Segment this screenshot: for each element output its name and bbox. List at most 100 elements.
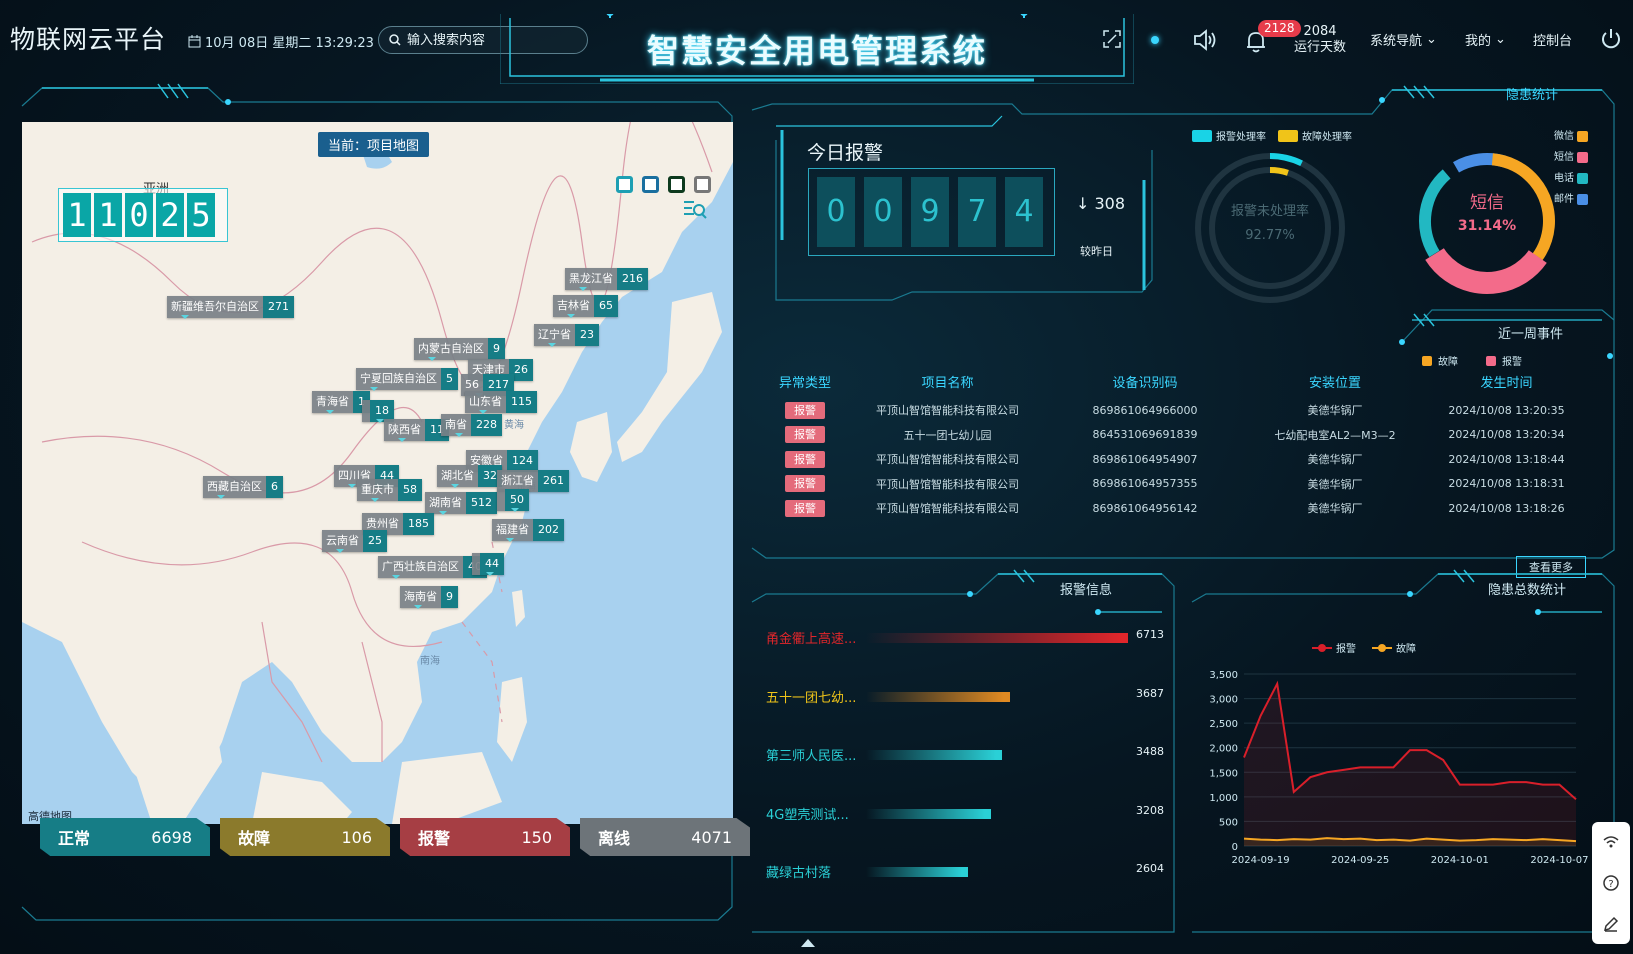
- pin-value: 115: [506, 391, 537, 413]
- alarm-delta-label: 较昨日: [1080, 245, 1113, 258]
- legend-item: 电话: [1554, 168, 1589, 189]
- cell-time: 2024/10/08 13:20:34: [1448, 428, 1565, 442]
- map-pin[interactable]: 西藏自治区 6: [203, 476, 283, 499]
- map-total-counter: 1 1 0 2 5: [58, 188, 228, 242]
- console-label: 控制台: [1533, 34, 1573, 49]
- table-row[interactable]: 报警 平顶山智馆智能科技有限公司 869861064956142 美德华锅厂 2…: [770, 496, 1578, 521]
- map-style-button[interactable]: [642, 176, 659, 193]
- map-pin[interactable]: 宁夏回族自治区 5: [356, 368, 458, 391]
- map-pin[interactable]: 湖北省 32: [437, 465, 502, 488]
- nav-menu[interactable]: 系统导航 ⌄: [1370, 30, 1437, 49]
- pin-name: 南省: [441, 414, 471, 436]
- map-style-button[interactable]: [616, 176, 633, 193]
- map-pin[interactable]: 新疆维吾尔自治区 271: [167, 296, 294, 319]
- table-header: 异常类型 项目名称 设备识别码 安装位置 发生时间: [770, 372, 1578, 398]
- pin-value: 261: [538, 470, 569, 492]
- map-pin[interactable]: 广西壮族自治区40: [378, 556, 487, 579]
- pin-name: 山东省: [465, 391, 506, 413]
- power-icon[interactable]: [1600, 28, 1622, 50]
- pin-value: 65: [594, 295, 618, 317]
- map-pin[interactable]: 海南省 9: [400, 586, 458, 609]
- stat-normal[interactable]: 正常 6698: [40, 818, 210, 856]
- edit-icon[interactable]: [1602, 915, 1620, 933]
- help-icon[interactable]: ?: [1602, 874, 1620, 892]
- table-row[interactable]: 报警 平顶山智馆智能科技有限公司 869861064966000 美德华锅厂 2…: [770, 398, 1578, 423]
- cell-project: 平顶山智馆智能科技有限公司: [876, 477, 1019, 491]
- map-style-button[interactable]: [668, 176, 685, 193]
- alarm-delta-value: 308: [1094, 194, 1126, 213]
- stat-label: 正常: [58, 829, 91, 848]
- cell-code: 869861064956142: [1092, 501, 1198, 515]
- map-pin[interactable]: 山东省 115: [465, 391, 537, 414]
- legend-label: 电话: [1554, 173, 1574, 184]
- donut-center-value: 31.14%: [1457, 218, 1517, 234]
- pin-name: 辽宁省: [534, 324, 575, 346]
- table-row[interactable]: 报警 平顶山智馆智能科技有限公司 869861064954907 美德华锅厂 2…: [770, 447, 1578, 472]
- pin-value: 25: [363, 530, 387, 552]
- map-pin[interactable]: 云南省 25: [322, 530, 387, 553]
- alarm-bar-row[interactable]: 甬金衢上高速... 6713: [766, 628, 1164, 648]
- alarm-bar-row[interactable]: 藏绿古村落 2604: [766, 862, 1164, 882]
- y-tick-label: 500: [1219, 817, 1238, 828]
- pin-value: 9: [441, 586, 458, 608]
- collapse-up-icon[interactable]: [800, 938, 816, 948]
- fullscreen-icon[interactable]: [1102, 29, 1122, 49]
- wifi-icon[interactable]: [1602, 833, 1620, 851]
- map-pin[interactable]: 黑龙江省 216: [565, 268, 648, 291]
- column-header: 异常类型: [778, 376, 831, 391]
- search-icon: [389, 34, 401, 46]
- alarm-info-title: 报警信息: [1060, 583, 1113, 598]
- map-pin[interactable]: 福建省 202: [492, 519, 564, 542]
- bar-name: 4G塑壳测试...: [766, 807, 849, 823]
- bar-fill: [866, 633, 1128, 643]
- week-legend-alarm: 报警: [1486, 353, 1522, 368]
- bar-value: 2604: [1136, 862, 1164, 875]
- pin-name: 湖南省: [425, 492, 466, 514]
- table-row[interactable]: 报警 五十一团七幼儿园 864531069691839 七幼配电室AL2—M3—…: [770, 423, 1578, 448]
- map-style-button[interactable]: [694, 176, 711, 193]
- bar-fill: [866, 867, 968, 877]
- map-pin[interactable]: 吉林省 65: [553, 295, 618, 318]
- console-link[interactable]: 控制台: [1533, 30, 1572, 49]
- pin-name: 湖北省: [437, 465, 478, 487]
- stat-value: 106: [341, 827, 372, 847]
- map-pin[interactable]: 内蒙古自治区 9: [414, 338, 505, 361]
- table-row[interactable]: 报警 平顶山智馆智能科技有限公司 869861064957355 美德华锅厂 2…: [770, 472, 1578, 497]
- map-pin[interactable]: 重庆市 58: [357, 479, 422, 502]
- pin-value: 216: [617, 268, 648, 290]
- map-pin[interactable]: 陕西省 11: [384, 419, 449, 442]
- volume-icon[interactable]: [1192, 28, 1218, 52]
- map-pin[interactable]: 辽宁省 23: [534, 324, 599, 347]
- y-tick-label: 3,000: [1209, 695, 1238, 706]
- my-menu[interactable]: 我的 ⌄: [1465, 30, 1506, 49]
- nav-menu-label: 系统导航: [1370, 34, 1423, 49]
- cell-location: 七幼配电室AL2—M3—2: [1274, 428, 1396, 442]
- map-search-icon[interactable]: [682, 198, 708, 220]
- legend-swatch: [1192, 129, 1212, 142]
- hazard-stats-title: 隐患统计: [1506, 88, 1559, 103]
- alarm-bar-row[interactable]: 五十一团七幼... 3687: [766, 687, 1164, 707]
- bar-name: 甬金衢上高速...: [766, 632, 857, 647]
- alarm-bar-row[interactable]: 第三师人民医... 3488: [766, 745, 1164, 765]
- map-pin[interactable]: 44: [472, 553, 504, 576]
- bar-track: [866, 750, 1128, 760]
- map-pin[interactable]: 南省 228: [441, 414, 502, 437]
- pin-name: 宁夏回族自治区: [356, 368, 441, 390]
- gauge-value: 92.77%: [1245, 228, 1295, 243]
- stat-fault[interactable]: 故障 106: [220, 818, 390, 856]
- stat-offline[interactable]: 离线 4071: [580, 818, 750, 856]
- stat-alarm[interactable]: 报警 150: [400, 818, 570, 856]
- map-pin[interactable]: 湖南省 512: [425, 492, 497, 515]
- chevron-down-icon: ⌄: [1426, 32, 1437, 47]
- alarm-bar-row[interactable]: 4G塑壳测试... 3208: [766, 804, 1164, 824]
- pin-name: 新疆维吾尔自治区: [167, 296, 263, 318]
- map-pin[interactable]: 50: [497, 489, 529, 512]
- counter-digit: 1: [63, 193, 91, 237]
- alarm-digit: 4: [1005, 177, 1043, 247]
- arrow-down-icon: ↓: [1076, 194, 1095, 213]
- legend-label: 故障处理率: [1302, 132, 1352, 143]
- y-tick-label: 3,500: [1209, 670, 1238, 681]
- pin-name: 吉林省: [553, 295, 594, 317]
- pin-name: 云南省: [322, 530, 363, 552]
- week-events-title: 近一周事件: [1498, 327, 1564, 342]
